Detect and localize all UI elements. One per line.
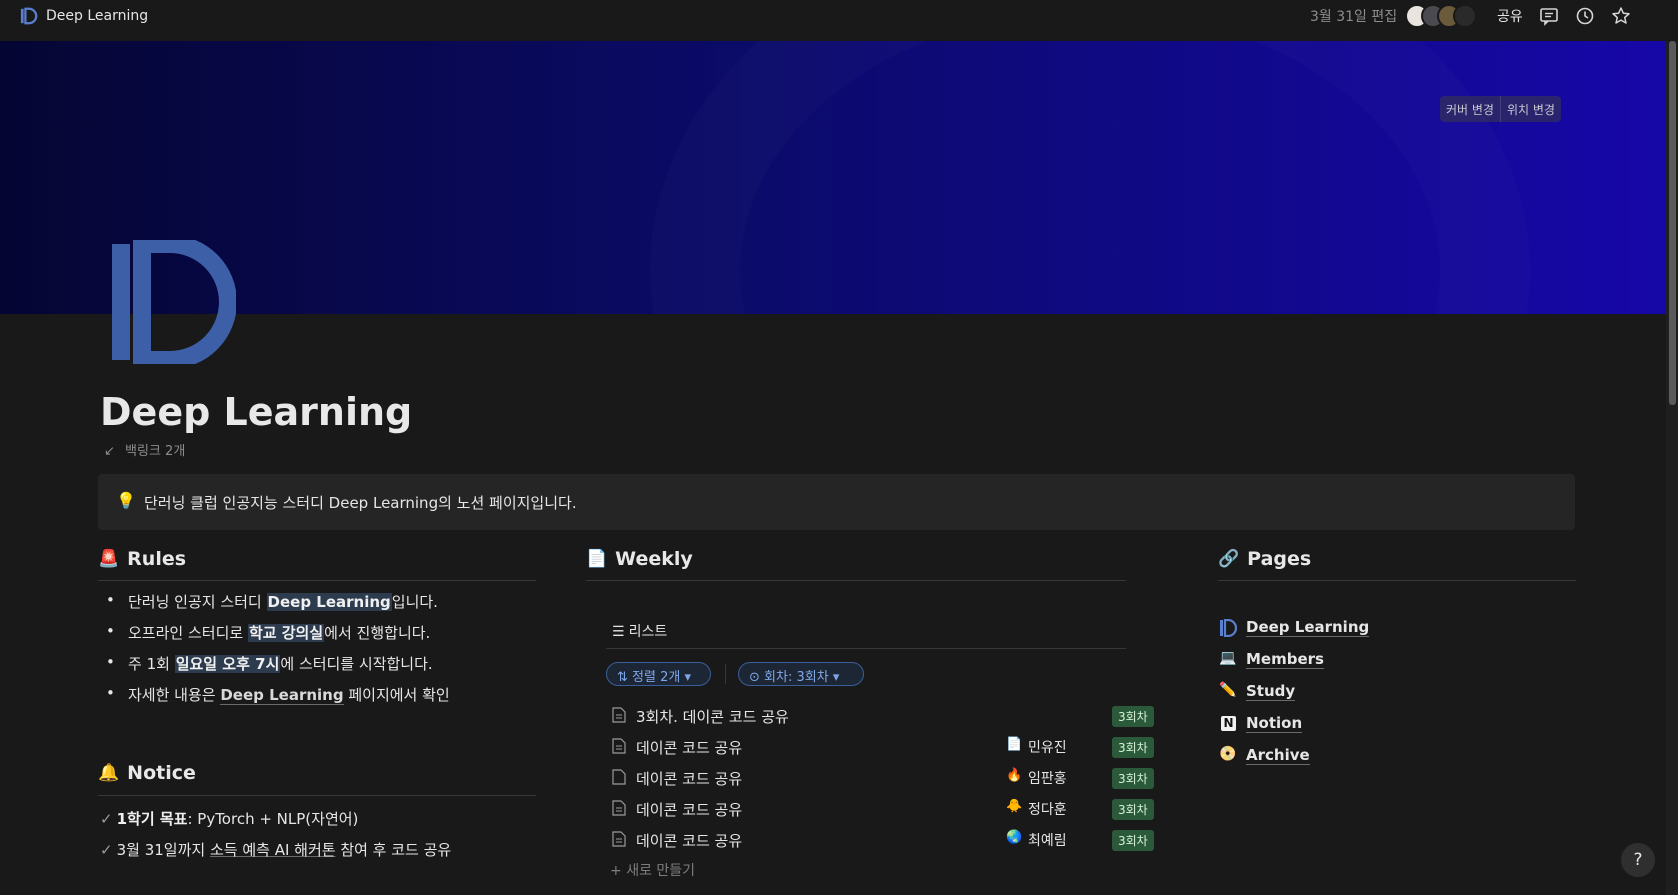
rules-heading: 🚨 Rules	[98, 548, 186, 570]
table-row[interactable]: 데이콘 코드 공유 📄 민유진 3회차	[606, 732, 1162, 762]
sort-button[interactable]: ⇅ 정렬 2개 ▾	[606, 662, 711, 686]
person-icon: 🔥	[1006, 768, 1023, 783]
check-icon: ✓	[100, 810, 113, 828]
person-icon: 🌏	[1006, 830, 1023, 845]
status-badge: 3회차	[1112, 799, 1154, 820]
breadcrumb-title[interactable]: Deep Learning	[46, 8, 148, 24]
table-row[interactable]: 데이콘 코드 공유 🐥 정다훈 3회차	[606, 794, 1162, 824]
avatar[interactable]	[1453, 4, 1477, 28]
rules-divider	[98, 580, 536, 581]
pages-heading: 🔗 Pages	[1218, 548, 1311, 570]
status-badge: 3회차	[1112, 830, 1154, 851]
list-item: 자세한 내용은 Deep Learning 페이지에서 확인	[106, 684, 450, 705]
list-item: 주 1회 일요일 오후 7시에 스터디를 시작합니다.	[106, 653, 433, 674]
checklist-item: ✓ 1학기 목표: PyTorch + NLP(자연어)	[100, 810, 359, 828]
row-title: 3회차. 데이콘 코드 공유	[636, 708, 789, 726]
person-name: 임판홍	[1028, 771, 1067, 787]
sort-icon: ⇅	[617, 670, 628, 685]
table-row[interactable]: 데이콘 코드 공유 🌏 최예림 3회차	[606, 825, 1162, 855]
status-badge: 3회차	[1112, 768, 1154, 789]
disc-icon: 📀	[1219, 746, 1237, 762]
siren-icon: 🚨	[98, 549, 120, 569]
status-badge: 3회차	[1112, 737, 1154, 758]
view-divider	[606, 648, 1126, 649]
backlinks-label: 백링크 2개	[125, 444, 186, 459]
list-icon: ☰	[612, 624, 625, 640]
pages-heading-label: Pages	[1247, 548, 1312, 570]
notice-heading: 🔔 Notice	[98, 762, 196, 784]
callout-text: 단러닝 클럽 인공지능 스터디 Deep Learning의 노션 페이지입니다…	[144, 494, 577, 512]
weekly-heading: 📄 Weekly	[586, 548, 693, 570]
reposition-cover-button[interactable]: 위치 변경	[1499, 96, 1561, 122]
new-page-button[interactable]: + 새로 만들기	[610, 860, 695, 880]
row-title: 데이콘 코드 공유	[636, 739, 743, 757]
cover-controls: 커버 변경 위치 변경	[1440, 96, 1561, 122]
notice-heading-label: Notice	[127, 762, 196, 784]
page-cover: 커버 변경 위치 변경	[0, 41, 1666, 314]
check-icon: ✓	[100, 841, 113, 859]
page-link-notion[interactable]: N Notion	[1221, 714, 1303, 733]
weekly-divider	[586, 580, 1126, 581]
comment-icon[interactable]	[1538, 5, 1560, 27]
deep-learning-logo-icon[interactable]	[20, 7, 38, 25]
notice-divider	[98, 795, 536, 796]
person-icon: 🐥	[1006, 799, 1023, 814]
list-item: 오프라인 스터디로 학교 강의실에서 진행합니다.	[106, 622, 430, 643]
pages-divider	[1218, 580, 1576, 581]
change-cover-button[interactable]: 커버 변경	[1440, 96, 1500, 122]
notion-icon: N	[1221, 716, 1236, 731]
status-badge: 3회차	[1112, 706, 1154, 727]
callout[interactable]: 💡 단러닝 클럽 인공지능 스터디 Deep Learning의 노션 페이지입…	[98, 474, 1575, 530]
page-link-study[interactable]: ✏️ Study	[1219, 682, 1296, 701]
tab-list-view[interactable]: ☰ 리스트	[612, 621, 667, 641]
document-icon	[612, 769, 626, 785]
top-bar: Deep Learning 3월 31일 편집 공유	[0, 0, 1678, 32]
document-icon	[612, 707, 626, 723]
star-icon[interactable]	[1610, 5, 1632, 27]
person-icon: 📄	[1006, 737, 1023, 752]
chevron-down-icon: ▾	[684, 670, 692, 685]
backlinks[interactable]: ↙ 백링크 2개	[104, 440, 185, 459]
chevron-down-icon: ▾	[832, 670, 840, 685]
filter-button[interactable]: ⊙ 회차: 3회차 ▾	[738, 662, 864, 686]
table-row[interactable]: 데이콘 코드 공유 🔥 임판홍 3회차	[606, 763, 1162, 793]
share-button[interactable]: 공유	[1497, 6, 1523, 26]
bulb-icon: 💡	[116, 491, 136, 510]
last-edited-label: 3월 31일 편집	[1310, 9, 1398, 25]
backlink-arrow-icon: ↙	[104, 444, 115, 459]
deep-learning-logo-icon	[1220, 619, 1237, 637]
row-title: 데이콘 코드 공유	[636, 801, 743, 819]
list-item: 단러닝 인공지 스터디 Deep Learning입니다.	[106, 591, 438, 612]
pen-icon: ✏️	[1219, 682, 1237, 698]
document-icon	[612, 831, 626, 847]
person-name: 민유진	[1028, 740, 1067, 756]
document-icon	[612, 738, 626, 754]
scrollbar-thumb[interactable]	[1669, 41, 1676, 405]
page-logo-icon[interactable]	[108, 240, 236, 364]
laptop-icon: 💻	[1219, 650, 1237, 666]
page-icon: 📄	[586, 549, 608, 569]
collaborator-avatars[interactable]	[1405, 4, 1485, 28]
deep-learning-link[interactable]: Deep Learning	[220, 686, 344, 705]
rules-heading-label: Rules	[127, 548, 187, 570]
help-button[interactable]: ?	[1621, 843, 1655, 877]
person-name: 최예림	[1028, 833, 1067, 849]
page-link-archive[interactable]: 📀 Archive	[1219, 746, 1310, 765]
page-title[interactable]: Deep Learning	[100, 390, 412, 434]
person-name: 정다훈	[1028, 802, 1067, 818]
filter-separator	[725, 664, 726, 684]
table-row[interactable]: 3회차. 데이콘 코드 공유 3회차	[606, 701, 1162, 731]
bell-icon: 🔔	[98, 763, 120, 783]
filter-icon: ⊙	[749, 670, 760, 685]
page-link-deep-learning[interactable]: Deep Learning	[1220, 618, 1370, 637]
link-icon: 🔗	[1218, 549, 1240, 569]
checklist-item: ✓ 3월 31일까지 소득 예측 AI 해커톤 참여 후 코드 공유	[100, 841, 452, 859]
document-icon	[612, 800, 626, 816]
page-link-members[interactable]: 💻 Members	[1219, 650, 1324, 669]
plus-icon: +	[610, 863, 622, 879]
row-title: 데이콘 코드 공유	[636, 770, 743, 788]
history-icon[interactable]	[1574, 5, 1596, 27]
row-title: 데이콘 코드 공유	[636, 832, 743, 850]
weekly-heading-label: Weekly	[615, 548, 693, 570]
